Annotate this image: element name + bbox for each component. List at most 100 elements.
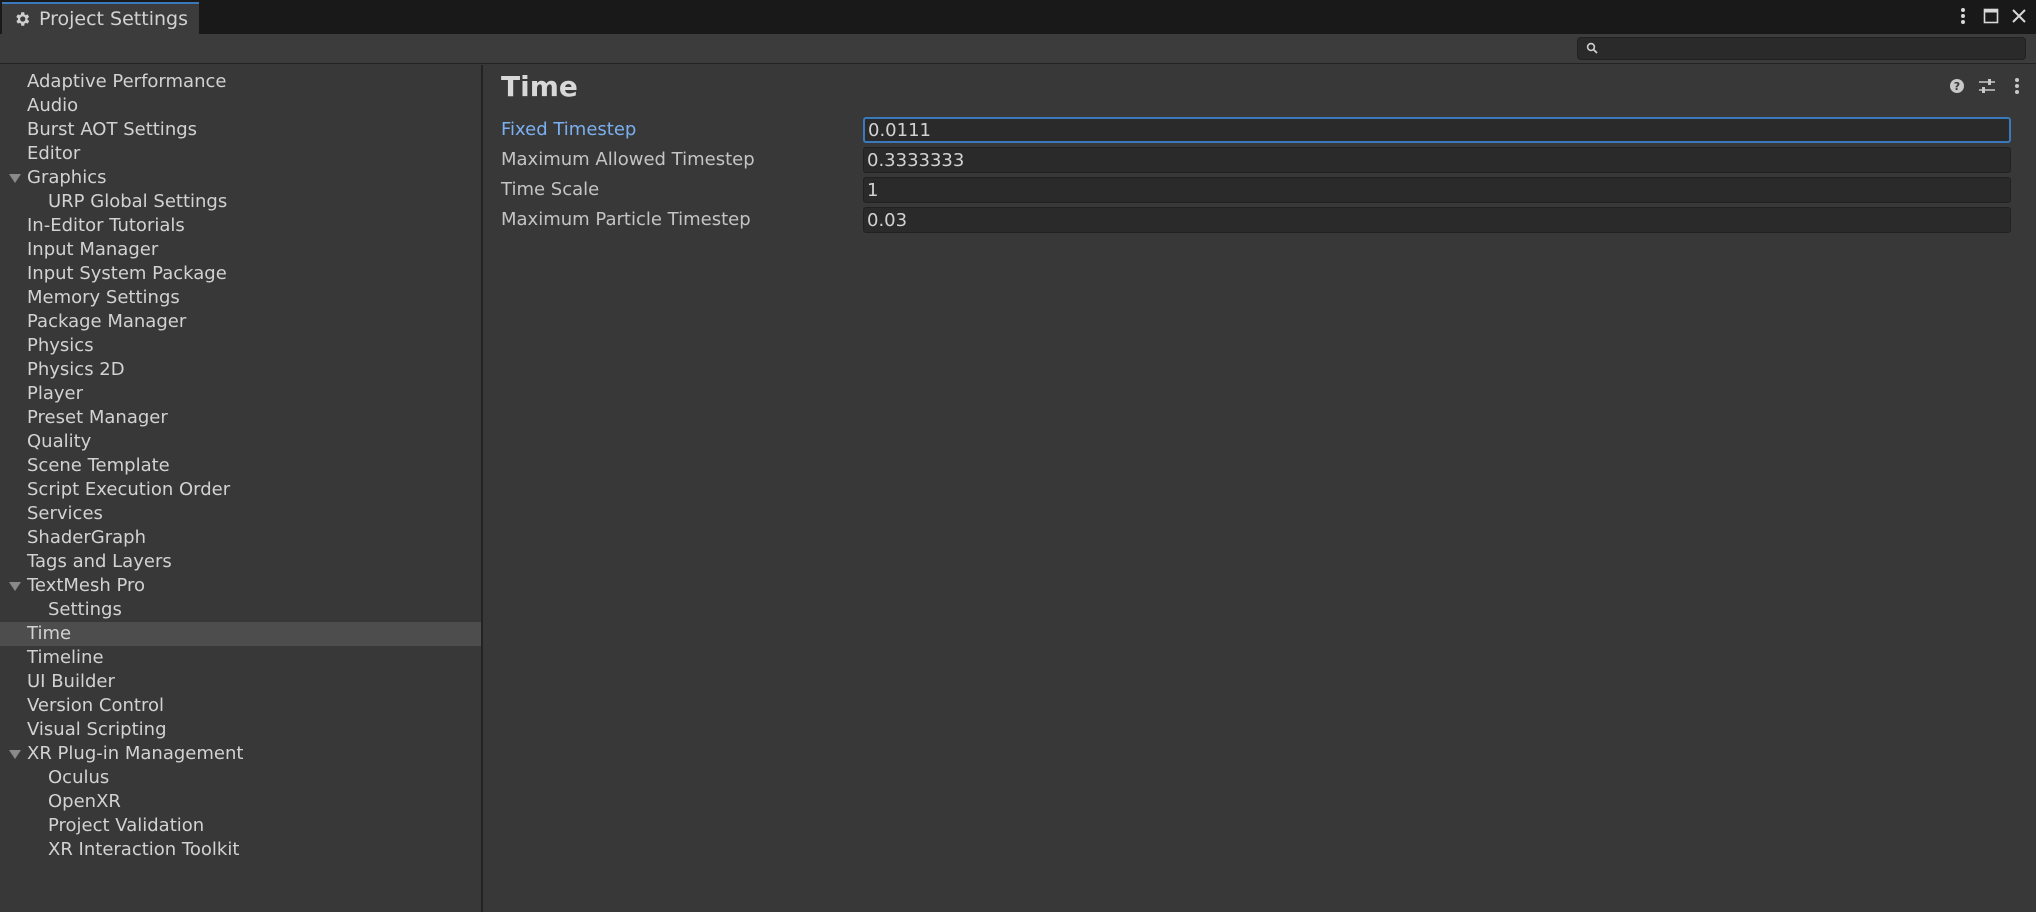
- sidebar-item-time[interactable]: Time: [0, 622, 481, 646]
- sidebar-item-xr-plug-in-management[interactable]: XR Plug-in Management: [0, 742, 481, 766]
- sidebar-item-scene-template[interactable]: Scene Template: [0, 454, 481, 478]
- sidebar-item-project-validation[interactable]: Project Validation: [0, 814, 481, 838]
- sidebar-item-label: Input System Package: [27, 263, 227, 284]
- sidebar-item-label: Quality: [27, 431, 92, 452]
- kebab-menu-icon[interactable]: [1952, 4, 1974, 28]
- fixed-timestep-label: Fixed Timestep: [501, 119, 637, 140]
- sidebar-item-input-system-package[interactable]: Input System Package: [0, 262, 481, 286]
- sidebar-item-label: Physics 2D: [27, 359, 125, 380]
- sidebar-item-package-manager[interactable]: Package Manager: [0, 310, 481, 334]
- sidebar-item-input-manager[interactable]: Input Manager: [0, 238, 481, 262]
- help-icon[interactable]: ?: [1946, 75, 1968, 97]
- sidebar-item-label: Services: [27, 503, 103, 524]
- maximum-particle-timestep-field[interactable]: [863, 207, 2011, 233]
- settings-sidebar: Adaptive Performance Audio Burst AOT Setti…: [0, 65, 483, 912]
- sidebar-item-label: Burst AOT Settings: [27, 119, 198, 140]
- sidebar-item-openxr[interactable]: OpenXR: [0, 790, 481, 814]
- sidebar-item-label: Player: [27, 383, 84, 404]
- sidebar-item-quality[interactable]: Quality: [0, 430, 481, 454]
- property-row-time-scale: Time Scale: [501, 177, 2027, 207]
- sidebar-item-label: Timeline: [27, 647, 104, 668]
- sidebar-item-audio[interactable]: Audio: [0, 94, 481, 118]
- sidebar-item-settings[interactable]: Settings: [0, 598, 481, 622]
- gear-icon: [12, 9, 32, 29]
- sidebar-item-preset-manager[interactable]: Preset Manager: [0, 406, 481, 430]
- property-row-fixed-timestep: Fixed Timestep: [501, 117, 2027, 147]
- maximize-icon[interactable]: [1980, 4, 2002, 28]
- expand-arrow-icon[interactable]: [9, 750, 21, 759]
- page-title: Time: [501, 70, 578, 103]
- window-controls: [1952, 3, 2030, 29]
- sidebar-item-label: Time: [27, 623, 72, 644]
- close-icon[interactable]: [2008, 4, 2030, 28]
- fixed-timestep-field[interactable]: [863, 117, 2011, 143]
- sidebar-item-label: URP Global Settings: [48, 191, 228, 212]
- search-input[interactable]: [1604, 38, 2025, 59]
- expand-arrow-icon[interactable]: [9, 582, 21, 591]
- sidebar-item-ui-builder[interactable]: UI Builder: [0, 670, 481, 694]
- maximum-particle-timestep-label: Maximum Particle Timestep: [501, 209, 751, 230]
- svg-text:?: ?: [1954, 80, 1960, 93]
- sidebar-item-label: Tags and Layers: [27, 551, 172, 572]
- sidebar-item-label: Adaptive Performance: [27, 71, 227, 92]
- sidebar-item-label: Project Validation: [48, 815, 205, 836]
- search-box[interactable]: [1577, 37, 2026, 60]
- sidebar-item-shadergraph[interactable]: ShaderGraph: [0, 526, 481, 550]
- sidebar-item-label: Graphics: [27, 167, 107, 188]
- sidebar-item-graphics[interactable]: Graphics: [0, 166, 481, 190]
- sidebar-item-physics-2d[interactable]: Physics 2D: [0, 358, 481, 382]
- sidebar-item-player[interactable]: Player: [0, 382, 481, 406]
- sidebar-item-label: Package Manager: [27, 311, 187, 332]
- sidebar-item-tags-and-layers[interactable]: Tags and Layers: [0, 550, 481, 574]
- sidebar-item-xr-interaction-toolkit[interactable]: XR Interaction Toolkit: [0, 838, 481, 862]
- sidebar-item-label: Memory Settings: [27, 287, 180, 308]
- sidebar-item-label: UI Builder: [27, 671, 115, 692]
- window-tab-title: Project Settings: [39, 8, 188, 30]
- sidebar-item-label: Oculus: [48, 767, 110, 788]
- sidebar-item-label: Physics: [27, 335, 94, 356]
- sidebar-item-version-control[interactable]: Version Control: [0, 694, 481, 718]
- sidebar-item-oculus[interactable]: Oculus: [0, 766, 481, 790]
- sidebar-item-label: XR Plug-in Management: [27, 743, 244, 764]
- sidebar-item-label: OpenXR: [48, 791, 121, 812]
- search-icon: [1586, 39, 1598, 58]
- sidebar-item-physics[interactable]: Physics: [0, 334, 481, 358]
- time-scale-label: Time Scale: [501, 179, 600, 200]
- time-properties: Fixed Timestep Maximum Allowed Timestep …: [501, 117, 2027, 237]
- sidebar-item-services[interactable]: Services: [0, 502, 481, 526]
- kebab-menu-icon[interactable]: [2006, 75, 2028, 97]
- sidebar-item-adaptive-performance[interactable]: Adaptive Performance: [0, 70, 481, 94]
- sidebar-item-memory-settings[interactable]: Memory Settings: [0, 286, 481, 310]
- sidebar-item-label: Editor: [27, 143, 81, 164]
- sidebar-item-urp-global-settings[interactable]: URP Global Settings: [0, 190, 481, 214]
- sidebar-item-label: Version Control: [27, 695, 164, 716]
- sidebar-item-editor[interactable]: Editor: [0, 142, 481, 166]
- settings-panel: Time ? Fixed Timestep Maximum Allowed Ti…: [485, 65, 2036, 912]
- sidebar-item-label: Visual Scripting: [27, 719, 167, 740]
- sidebar-item-in-editor-tutorials[interactable]: In-Editor Tutorials: [0, 214, 481, 238]
- sidebar-item-textmesh-pro[interactable]: TextMesh Pro: [0, 574, 481, 598]
- panel-header-icons: ?: [1946, 75, 2028, 97]
- sidebar-item-timeline[interactable]: Timeline: [0, 646, 481, 670]
- time-scale-field[interactable]: [863, 177, 2011, 203]
- sidebar-item-label: XR Interaction Toolkit: [48, 839, 240, 860]
- sidebar-item-label: In-Editor Tutorials: [27, 215, 185, 236]
- sidebar-item-label: Scene Template: [27, 455, 170, 476]
- maximum-allowed-timestep-field[interactable]: [863, 147, 2011, 173]
- maximum-allowed-timestep-label: Maximum Allowed Timestep: [501, 149, 755, 170]
- sidebar-item-label: Input Manager: [27, 239, 159, 260]
- sidebar-item-label: Preset Manager: [27, 407, 168, 428]
- title-bar: Project Settings: [0, 0, 2036, 34]
- window-tab[interactable]: Project Settings: [2, 2, 199, 34]
- sidebar-item-label: Script Execution Order: [27, 479, 231, 500]
- toolbar: [0, 34, 2036, 64]
- sidebar-item-label: Audio: [27, 95, 79, 116]
- property-row-maximum-allowed-timestep: Maximum Allowed Timestep: [501, 147, 2027, 177]
- sidebar-item-visual-scripting[interactable]: Visual Scripting: [0, 718, 481, 742]
- preset-sliders-icon[interactable]: [1976, 75, 1998, 97]
- sidebar-item-label: TextMesh Pro: [27, 575, 146, 596]
- sidebar-item-burst-aot-settings[interactable]: Burst AOT Settings: [0, 118, 481, 142]
- sidebar-item-label: ShaderGraph: [27, 527, 146, 548]
- sidebar-item-script-execution-order[interactable]: Script Execution Order: [0, 478, 481, 502]
- expand-arrow-icon[interactable]: [9, 174, 21, 183]
